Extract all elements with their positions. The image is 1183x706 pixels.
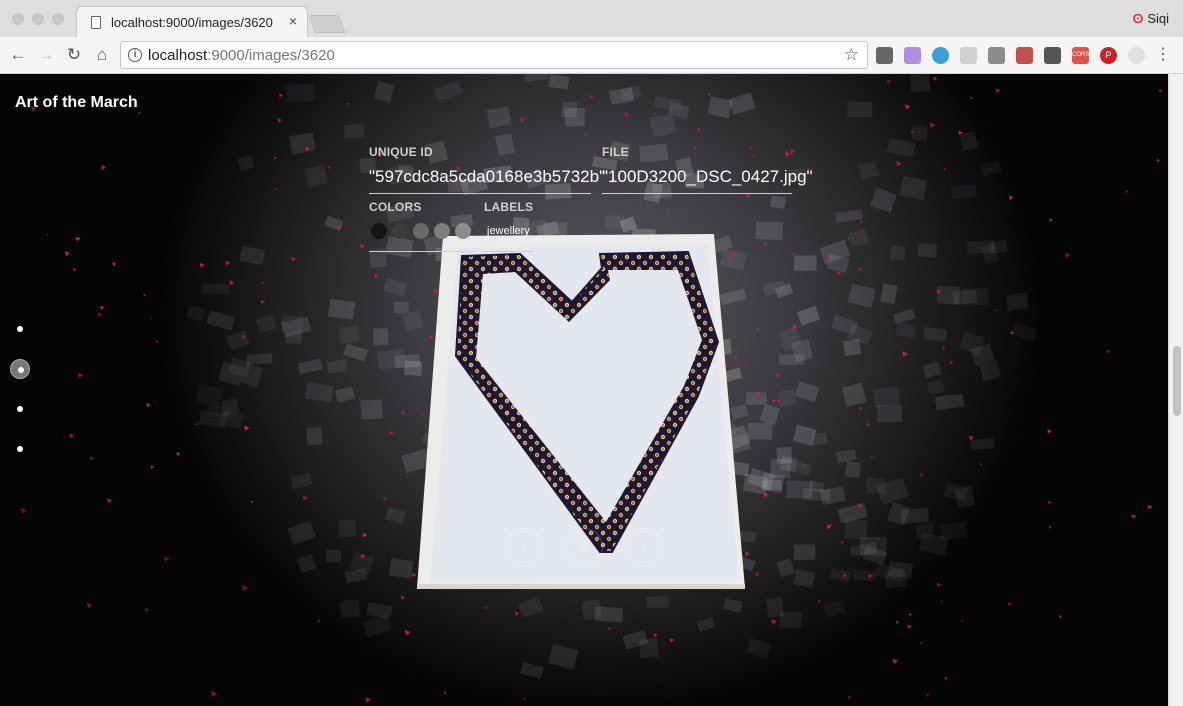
address-bar[interactable]: i localhost:9000/images/3620 ☆ <box>120 41 868 69</box>
color-swatch <box>455 223 471 239</box>
color-swatch <box>434 223 450 239</box>
profile-button[interactable]: ⵙ Siqi <box>1133 11 1169 26</box>
window-close-control[interactable] <box>12 13 24 25</box>
crop-ext-icon[interactable] <box>1044 47 1061 64</box>
square-ext-icon[interactable] <box>988 47 1005 64</box>
nav-dot-mark <box>17 406 23 412</box>
next-button[interactable]: › <box>625 528 663 566</box>
app-page: Art of the March UNIQUE ID "597cdc8a5cda… <box>0 74 1168 706</box>
tab-close-icon[interactable]: × <box>289 13 297 29</box>
colors-underline <box>369 251 473 252</box>
back-button[interactable]: ← <box>8 45 28 65</box>
nav-dot-3[interactable] <box>10 399 30 419</box>
color-swatch <box>413 223 429 239</box>
nav-dot-mark <box>17 326 23 332</box>
app-title[interactable]: Art of the March <box>15 94 138 112</box>
tab-title: localhost:9000/images/3620 <box>111 15 273 30</box>
file-label: FILE <box>602 145 629 159</box>
label-tag: jewellery <box>487 225 530 237</box>
profile-icon: ⵙ <box>1132 12 1144 26</box>
nav-dot-mark <box>18 367 24 373</box>
new-tab-button[interactable] <box>308 15 346 33</box>
gray-ext-icon[interactable] <box>960 47 977 64</box>
file-value: "100D3200_DSC_0427.jpg" <box>602 167 813 186</box>
close-button[interactable]: × <box>565 528 603 566</box>
browser-tab[interactable]: localhost:9000/images/3620 × <box>76 6 308 37</box>
unique-id-label: UNIQUE ID <box>369 145 433 159</box>
address-url: localhost:9000/images/3620 <box>148 47 335 64</box>
info-icon[interactable]: i <box>128 48 142 62</box>
colors-label: COLORS <box>369 200 422 214</box>
nav-dot-mark <box>17 446 23 452</box>
page-scrollbar[interactable] <box>1168 74 1183 706</box>
circle-ext-icon[interactable] <box>932 47 949 64</box>
labels-underline <box>484 251 534 252</box>
page-icon <box>91 16 101 29</box>
file-underline <box>602 193 792 194</box>
unique-id-underline <box>369 193 591 194</box>
photo-bottom-edge <box>417 584 745 589</box>
photo-ext-icon[interactable] <box>1016 47 1033 64</box>
prev-button[interactable]: ‹ <box>505 528 543 566</box>
labels-label: LABELS <box>484 200 534 214</box>
browser-menu-icon[interactable]: ⋮ <box>1155 45 1171 65</box>
forward-button[interactable]: → <box>36 45 56 65</box>
bookmark-star-icon[interactable]: ☆ <box>844 45 859 65</box>
pen-ext-icon[interactable] <box>904 47 921 64</box>
address-path: :9000/images/3620 <box>207 47 335 64</box>
profile-name: Siqi <box>1147 11 1169 26</box>
browser-toolbar: ← → ↻ ⌂ i localhost:9000/images/3620 ☆ C… <box>0 37 1183 74</box>
cors-ext-icon[interactable]: CORS <box>1072 47 1089 64</box>
window-minimize-control[interactable] <box>32 13 44 25</box>
scrollbar-thumb[interactable] <box>1173 346 1181 416</box>
color-swatch <box>392 223 408 239</box>
nav-dot-4[interactable] <box>10 439 30 459</box>
nav-dot-1[interactable] <box>10 319 30 339</box>
faded-ext-icon[interactable] <box>1128 47 1145 64</box>
video-ext-icon[interactable] <box>876 47 893 64</box>
window-zoom-control[interactable] <box>52 13 64 25</box>
address-host: localhost <box>148 47 208 64</box>
home-button[interactable]: ⌂ <box>92 45 112 65</box>
unique-id-value: "597cdc8a5cda0168e3b5732b" <box>369 167 606 186</box>
nav-dot-2[interactable] <box>10 359 30 379</box>
pinterest-ext-icon[interactable]: P <box>1100 47 1117 64</box>
browser-tabstrip: localhost:9000/images/3620 × ⵙ Siqi <box>0 0 1183 37</box>
color-swatch <box>371 223 387 239</box>
reload-button[interactable]: ↻ <box>64 45 84 65</box>
